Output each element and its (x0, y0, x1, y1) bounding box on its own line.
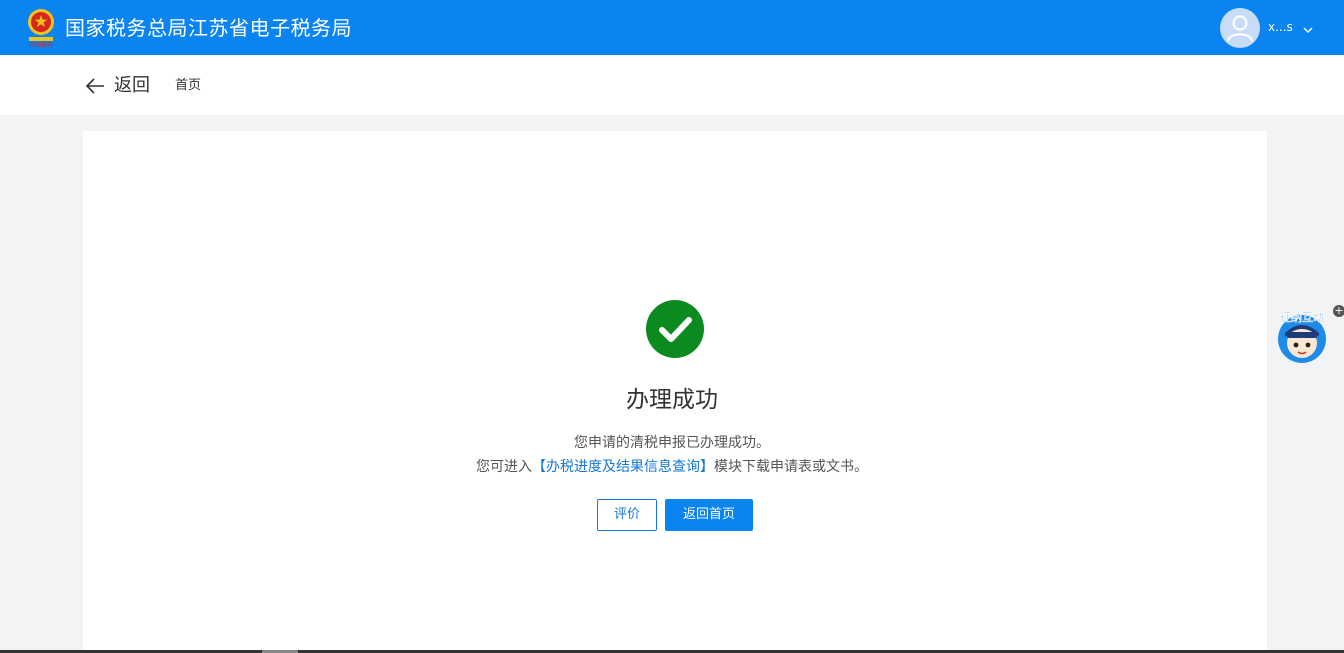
result-hint: 您可进入【办税进度及结果信息查询】模块下载申请表或文书。 (0, 457, 1344, 477)
tax-officer-avatar-icon: 征纳互动 (1278, 311, 1326, 363)
arrow-left-icon (85, 78, 104, 94)
check-circle-icon (646, 300, 704, 358)
plus-icon[interactable]: + (1333, 305, 1344, 317)
svg-text:中国税务: 中国税务 (29, 41, 53, 49)
site-title: 国家税务总局江苏省电子税务局 (65, 16, 352, 40)
progress-query-link[interactable]: 【办税进度及结果信息查询】 (532, 459, 714, 475)
tax-assistant-widget[interactable]: 征纳互动 (1272, 303, 1332, 365)
user-avatar[interactable] (1220, 8, 1260, 48)
user-name[interactable]: x...s (1268, 19, 1293, 35)
sub-navigation (0, 55, 1344, 115)
top-header: 中国税务 国家税务总局江苏省电子税务局 x...s (0, 0, 1344, 55)
user-icon (1227, 15, 1253, 42)
back-button[interactable]: 返回 (85, 73, 150, 99)
return-home-button[interactable]: 返回首页 (665, 499, 753, 531)
assistant-badge-text: 征纳互动 (1280, 311, 1324, 324)
rate-button[interactable]: 评价 (597, 499, 657, 531)
hint-prefix: 您可进入 (476, 459, 532, 475)
breadcrumb-home[interactable]: 首页 (175, 77, 201, 95)
chevron-down-icon[interactable] (1302, 21, 1314, 34)
result-message: 您申请的清税申报已办理成功。 (574, 435, 770, 451)
result-title: 办理成功 (626, 387, 718, 413)
back-label: 返回 (114, 75, 150, 96)
national-tax-emblem-logo: 中国税务 (25, 7, 57, 49)
hint-suffix: 模块下载申请表或文书。 (714, 459, 868, 475)
